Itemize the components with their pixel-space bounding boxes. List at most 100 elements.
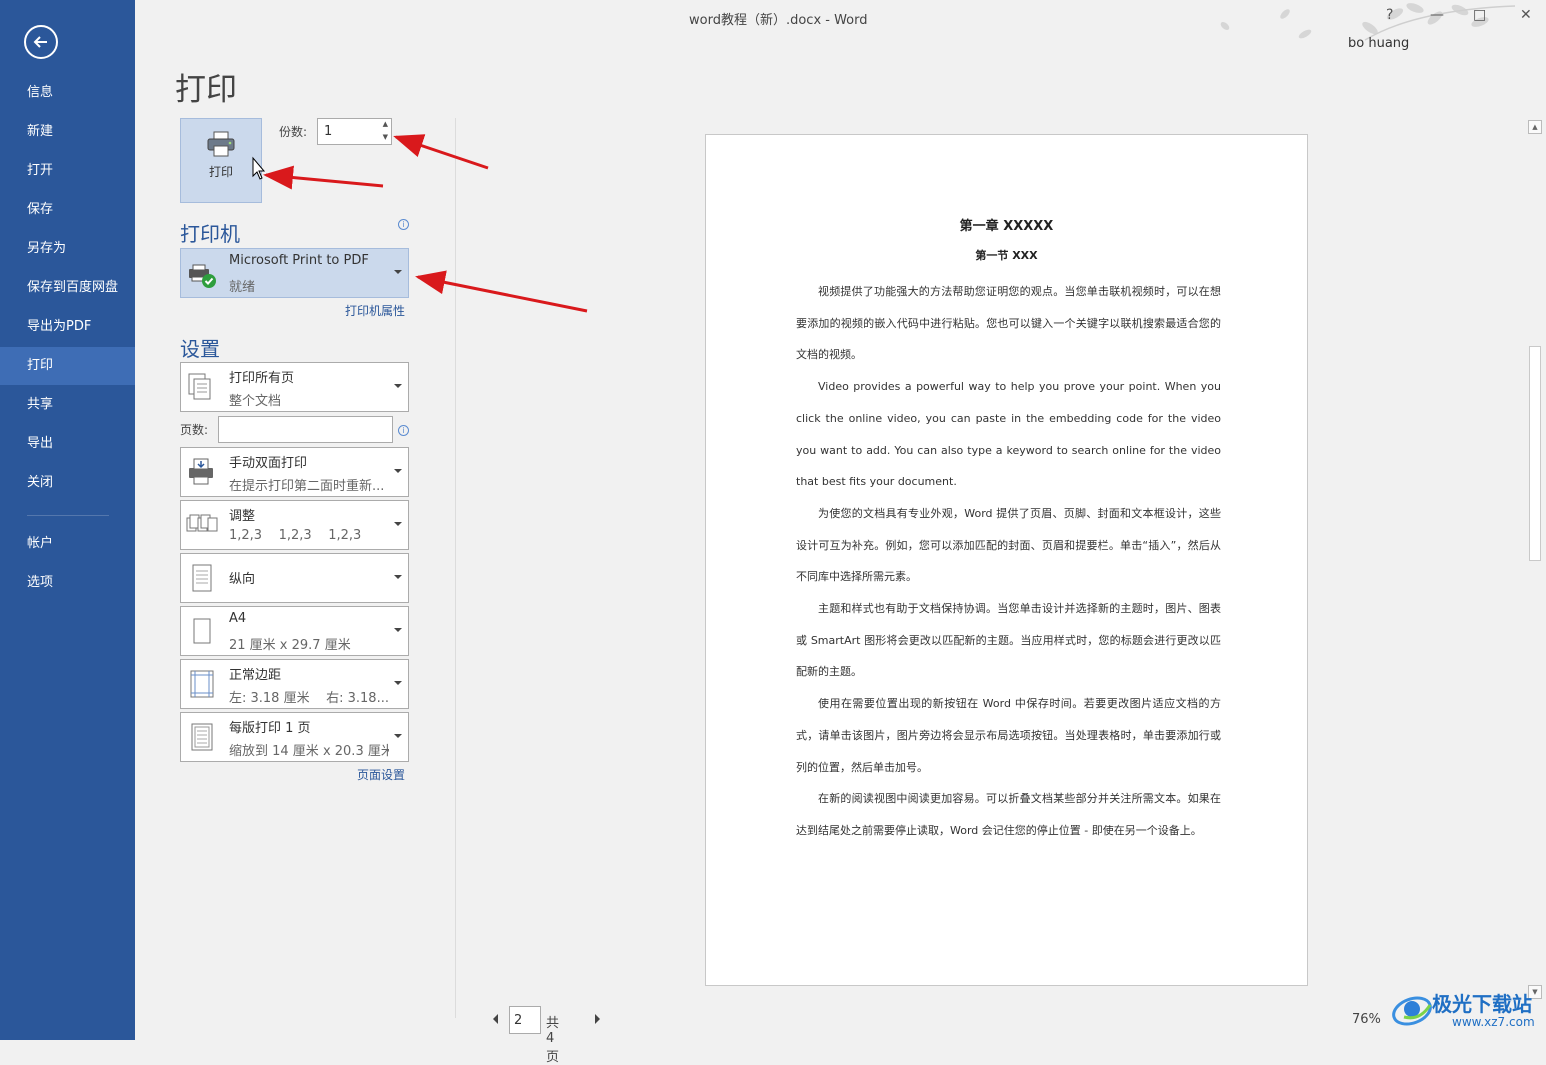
- doc-heading-2: 第一节 XXX: [975, 249, 1038, 262]
- sidebar-item-save[interactable]: 保存: [0, 191, 135, 229]
- annotation-arrow: [263, 165, 384, 190]
- collate-icon: [186, 514, 218, 532]
- sidebar-item-account[interactable]: 帐户: [0, 525, 135, 563]
- print-button[interactable]: 打印: [180, 118, 262, 203]
- annotation-arrow: [393, 134, 489, 170]
- window-title: word教程（新）.docx - Word: [689, 13, 868, 28]
- doc-paragraph: 为使您的文档具有专业外观，Word 提供了页眉、页脚、封面和文本框设计，这些设计…: [796, 506, 1221, 584]
- preview-scrollbar[interactable]: ▲ ▼: [1528, 120, 1542, 1015]
- page-setup-link[interactable]: 页面设置: [357, 766, 405, 783]
- portrait-icon: [192, 564, 212, 592]
- paper-size-select[interactable]: A4 21 厘米 x 29.7 厘米: [180, 606, 409, 656]
- orientation-label: 纵向: [229, 572, 256, 587]
- printer-properties-link[interactable]: 打印机属性: [345, 302, 405, 319]
- pages-per-sheet-label: 每版打印 1 页: [229, 721, 311, 736]
- current-page-value: 2: [514, 1013, 523, 1028]
- site-watermark: 极光下载站 www.xz7.com: [1390, 985, 1542, 1035]
- sidebar-divider: [27, 515, 109, 516]
- sidebar-item-info[interactable]: 信息: [0, 74, 135, 112]
- current-page-input[interactable]: 2: [509, 1006, 541, 1034]
- printer-info-icon[interactable]: i: [398, 219, 409, 230]
- doc-heading-1: 第一章 XXXXX: [959, 219, 1054, 234]
- user-account-name[interactable]: bo huang: [1348, 36, 1409, 51]
- paper-size-icon: [193, 618, 211, 644]
- back-button[interactable]: [24, 25, 58, 59]
- pages-per-sheet-icon: [191, 723, 213, 751]
- panel-divider: [455, 118, 456, 1018]
- next-page-icon[interactable]: [595, 1014, 600, 1024]
- scroll-up-icon[interactable]: ▲: [1528, 120, 1542, 134]
- collate-desc: 1,2,3 1,2,3 1,2,3: [229, 528, 362, 543]
- print-range-desc: 整个文档: [229, 394, 282, 409]
- pages-info-icon[interactable]: i: [398, 425, 409, 436]
- help-button[interactable]: ?: [1386, 7, 1393, 23]
- duplex-label: 手动双面打印: [229, 456, 308, 471]
- sidebar-item-new[interactable]: 新建: [0, 113, 135, 151]
- sidebar-item-save-as[interactable]: 另存为: [0, 230, 135, 268]
- sidebar-item-print[interactable]: 打印: [0, 347, 135, 385]
- paper-size-desc: 21 厘米 x 29.7 厘米: [229, 638, 351, 653]
- print-button-label: 打印: [208, 165, 233, 179]
- duplex-select[interactable]: 手动双面打印 在提示打印第二面时重新...: [180, 447, 409, 497]
- doc-paragraph: 使用在需要位置出现的新按钮在 Word 中保存时间。若要更改图片适应文档的方式，…: [796, 697, 1221, 774]
- chevron-down-icon: [394, 270, 402, 274]
- scroll-thumb[interactable]: [1529, 346, 1541, 561]
- settings-heading: 设置: [180, 337, 220, 361]
- printer-status: 就绪: [229, 280, 256, 295]
- sidebar-item-options[interactable]: 选项: [0, 564, 135, 602]
- sidebar-item-share[interactable]: 共享: [0, 386, 135, 424]
- minimize-button[interactable]: —: [1430, 7, 1444, 23]
- margins-label: 正常边距: [229, 668, 282, 683]
- paper-size-label: A4: [229, 611, 247, 626]
- orientation-select[interactable]: 纵向: [180, 553, 409, 603]
- close-button[interactable]: ✕: [1520, 7, 1532, 23]
- doc-paragraph: 主题和样式也有助于文档保持协调。当您单击设计并选择新的主题时，图片、图表或 Sm…: [796, 602, 1221, 679]
- watermark-title: 极光下载站: [1432, 992, 1532, 1016]
- printer-icon: [207, 131, 235, 157]
- print-range-label: 打印所有页: [229, 371, 295, 386]
- duplex-icon: [189, 458, 213, 485]
- margins-select[interactable]: 正常边距 左: 3.18 厘米 右: 3.18...: [180, 659, 409, 709]
- print-preview-page: 第一章 XXXXX 第一节 XXX 视频提供了功能强大的方法帮助您证明您的观点。…: [705, 134, 1308, 986]
- pages-per-sheet-select[interactable]: 每版打印 1 页 缩放到 14 厘米 x 20.3 厘米: [180, 712, 409, 762]
- previous-page-icon[interactable]: [493, 1014, 498, 1024]
- annotation-arrow: [415, 270, 588, 313]
- copies-label: 份数:: [279, 125, 308, 139]
- pages-per-sheet-desc: 缩放到 14 厘米 x 20.3 厘米: [229, 744, 389, 759]
- chevron-down-icon: [394, 384, 402, 388]
- doc-body: 视频提供了功能强大的方法帮助您证明您的观点。当您单击联机视频时，可以在想要添加的…: [796, 276, 1221, 847]
- sidebar-item-export[interactable]: 导出: [0, 425, 135, 463]
- copies-input[interactable]: 1 ▲ ▼: [317, 118, 392, 145]
- spin-up-icon[interactable]: ▲: [383, 120, 388, 128]
- page-title: 打印: [175, 72, 237, 108]
- watermark-url: www.xz7.com: [1452, 1015, 1535, 1029]
- chevron-down-icon: [394, 734, 402, 738]
- print-range-select[interactable]: 打印所有页 整个文档: [180, 362, 409, 412]
- spin-down-icon[interactable]: ▼: [383, 133, 388, 141]
- duplex-desc: 在提示打印第二面时重新...: [229, 479, 385, 494]
- margins-desc: 左: 3.18 厘米 右: 3.18...: [229, 691, 389, 706]
- chevron-down-icon: [394, 681, 402, 685]
- sidebar-item-save-baidu[interactable]: 保存到百度网盘: [0, 269, 135, 307]
- chevron-down-icon: [394, 469, 402, 473]
- sidebar-item-open[interactable]: 打开: [0, 152, 135, 190]
- doc-paragraph: Video provides a powerful way to help yo…: [796, 380, 1221, 489]
- maximize-button[interactable]: □: [1473, 7, 1486, 23]
- sidebar-item-close[interactable]: 关闭: [0, 464, 135, 502]
- copies-value: 1: [324, 124, 333, 139]
- sidebar-item-export-pdf[interactable]: 导出为PDF: [0, 308, 135, 346]
- pages-input[interactable]: [218, 416, 393, 443]
- total-pages: 共 4 页: [546, 1016, 560, 1065]
- doc-paragraph: 视频提供了功能强大的方法帮助您证明您的观点。当您单击联机视频时，可以在想要添加的…: [796, 285, 1221, 362]
- chevron-down-icon: [394, 522, 402, 526]
- printer-name: Microsoft Print to PDF: [229, 253, 369, 268]
- chevron-down-icon: [394, 628, 402, 632]
- zoom-level[interactable]: 76%: [1352, 1012, 1381, 1027]
- printer-select[interactable]: Microsoft Print to PDF 就绪: [180, 248, 409, 298]
- collate-select[interactable]: 调整 1,2,3 1,2,3 1,2,3: [180, 500, 409, 550]
- chevron-down-icon: [394, 575, 402, 579]
- doc-paragraph: 在新的阅读视图中阅读更加容易。可以折叠文档某些部分并关注所需文本。如果在达到结尾…: [796, 792, 1221, 837]
- watermark-logo-icon: [1392, 996, 1432, 1026]
- printer-ready-icon: [189, 264, 216, 288]
- margins-icon: [190, 670, 214, 698]
